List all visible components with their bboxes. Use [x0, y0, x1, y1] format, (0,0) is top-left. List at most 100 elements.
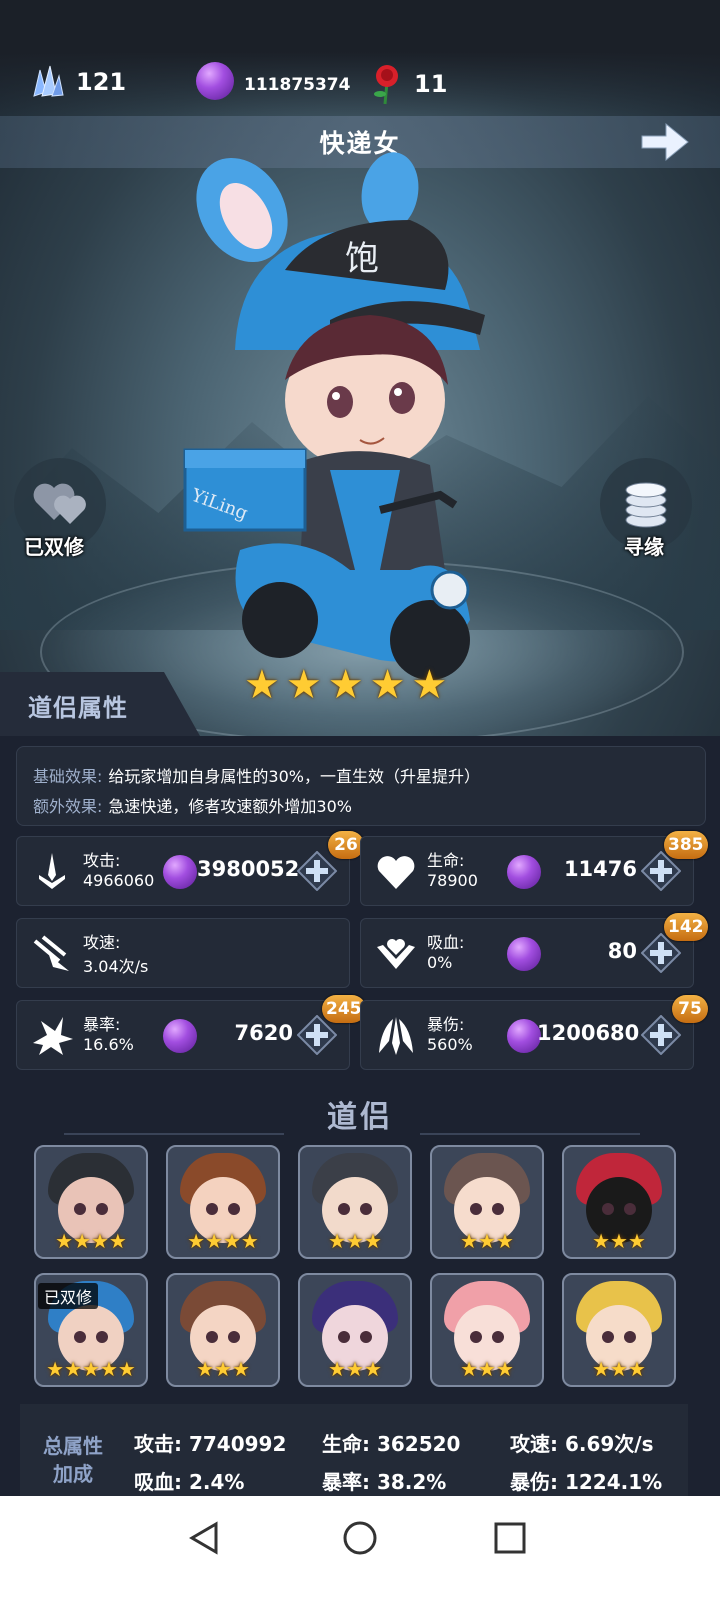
- total-attack: 攻击: 7740992: [134, 1432, 287, 1456]
- level-badge: 245: [322, 995, 366, 1023]
- heart-icon: [377, 856, 415, 889]
- partner-star-rating: ★★★★★: [36, 1357, 146, 1381]
- partner-eye: [338, 1203, 350, 1215]
- stat-attack: 攻击: 4966060 3980052: [16, 836, 350, 906]
- partner-star-rating: ★★★: [432, 1229, 542, 1253]
- star-icon: ★★★: [460, 1357, 514, 1381]
- star-icon: ★★★: [328, 1357, 382, 1381]
- upgrade-cost: 3980052: [197, 857, 300, 881]
- crit-rate-icon: [33, 1017, 73, 1055]
- partner-eye: [360, 1331, 372, 1343]
- extra-effect-row: 额外效果: 急速快递，修者攻速额外增加30%: [33, 793, 352, 817]
- back-icon[interactable]: [178, 1510, 234, 1566]
- orb-icon: [163, 1019, 197, 1053]
- partner-eye: [470, 1331, 482, 1343]
- recents-icon[interactable]: [482, 1510, 538, 1566]
- total-health: 生命: 362520: [322, 1432, 461, 1456]
- partner-card[interactable]: ★★★★★ 已双修: [34, 1273, 148, 1387]
- partner-card[interactable]: ★★★: [430, 1145, 544, 1259]
- crystal-count: 121: [76, 68, 127, 96]
- rose-count: 11: [414, 70, 448, 98]
- stat-crit-rate: 暴率: 16.6% 7620: [16, 1000, 350, 1070]
- level-badge: 385: [664, 831, 708, 859]
- partner-card[interactable]: ★★★: [298, 1145, 412, 1259]
- stat-label: 攻速:: [83, 933, 121, 952]
- partner-card[interactable]: ★★★★: [34, 1145, 148, 1259]
- level-badge: 75: [672, 995, 708, 1023]
- orb-icon: [507, 855, 541, 889]
- partner-star-rating: ★★★: [300, 1229, 410, 1253]
- next-arrow-icon[interactable]: [636, 120, 694, 164]
- star-icon: ★★★: [592, 1357, 646, 1381]
- partner-star-rating: ★★★: [300, 1357, 410, 1381]
- total-title-line1: 总属性: [43, 1434, 103, 1458]
- home-icon[interactable]: [332, 1510, 388, 1566]
- star-icon: ★★★: [460, 1229, 514, 1253]
- star-icon: ★: [327, 662, 364, 708]
- partner-eye: [338, 1331, 350, 1343]
- attributes-title: 道侣属性: [28, 694, 128, 722]
- extra-effect-key: 额外效果:: [33, 797, 103, 816]
- level-badge: 142: [664, 913, 708, 941]
- stat-label: 暴伤:: [427, 1015, 465, 1034]
- orb-currency: 111875374: [196, 62, 350, 100]
- partner-star-rating: ★★★★: [36, 1229, 146, 1253]
- partner-star-rating: ★★★: [168, 1357, 278, 1381]
- stat-value: 560%: [427, 1035, 473, 1054]
- partner-star-rating: ★★★★: [168, 1229, 278, 1253]
- effects-box: 基础效果: 给玩家增加自身属性的30%，一直生效（升星提升） 额外效果: 急速快递，…: [16, 746, 706, 826]
- level-badge: 26: [328, 831, 364, 859]
- partner-eye: [96, 1203, 108, 1215]
- stat-label: 生命:: [427, 851, 465, 870]
- partner-card[interactable]: ★★★: [166, 1273, 280, 1387]
- crystal-currency: 121: [26, 62, 126, 102]
- partner-eye: [228, 1203, 240, 1215]
- character-star-rating: ★ ★ ★ ★ ★: [244, 664, 447, 706]
- stat-value: 3.04次/s: [83, 957, 149, 976]
- star-icon: ★★★★★: [46, 1357, 136, 1381]
- partner-star-rating: ★★★: [564, 1357, 674, 1381]
- seek-fate-label: 寻缘: [624, 535, 664, 559]
- partner-card[interactable]: ★★★★: [166, 1145, 280, 1259]
- partner-star-rating: ★★★: [564, 1229, 674, 1253]
- star-icon: ★: [285, 662, 322, 708]
- partner-card[interactable]: ★★★: [562, 1145, 676, 1259]
- base-effect-row: 基础效果: 给玩家增加自身属性的30%，一直生效（升星提升）: [33, 763, 480, 787]
- partner-eye: [602, 1203, 614, 1215]
- stat-lifesteal: 吸血: 0% 80: [360, 918, 694, 988]
- sword-icon: [39, 853, 65, 889]
- upgrade-plus-button[interactable]: [297, 851, 337, 891]
- rose-currency: 11: [370, 62, 447, 106]
- partner-card[interactable]: ★★★: [298, 1273, 412, 1387]
- partner-card[interactable]: ★★★: [562, 1273, 676, 1387]
- partner-eye: [206, 1203, 218, 1215]
- upgrade-plus-button[interactable]: [641, 1015, 681, 1055]
- orb-icon: [507, 1019, 541, 1053]
- speed-icon: [33, 935, 69, 971]
- partner-eye: [624, 1331, 636, 1343]
- star-icon: ★: [369, 662, 406, 708]
- courier-girl-character: 饱 YiLing: [183, 152, 485, 680]
- orb-icon: [196, 62, 234, 100]
- stat-value: 4966060: [83, 871, 155, 890]
- stat-value: 16.6%: [83, 1035, 134, 1054]
- total-attack-speed: 攻速: 6.69次/s: [510, 1432, 654, 1456]
- partner-eye: [74, 1331, 86, 1343]
- crit-damage-icon: [379, 1017, 413, 1055]
- total-lifesteal: 吸血: 2.4%: [134, 1470, 245, 1494]
- upgrade-cost: 7620: [234, 1021, 293, 1045]
- lifesteal-icon: [377, 939, 415, 969]
- extra-effect-value: 急速快递，修者攻速额外增加30%: [108, 797, 352, 816]
- base-effect-value: 给玩家增加自身属性的30%，一直生效（升星提升）: [108, 767, 480, 786]
- star-icon: ★★★★: [55, 1229, 127, 1253]
- partner-eye: [624, 1203, 636, 1215]
- crystal-icon: [33, 65, 64, 97]
- dual-cultivated-tag: 已双修: [38, 1283, 99, 1309]
- stat-attack-speed: 攻速: 3.04次/s: [16, 918, 350, 988]
- partner-eye: [96, 1331, 108, 1343]
- upgrade-cost: 80: [607, 939, 637, 963]
- partner-eye: [206, 1331, 218, 1343]
- partner-card[interactable]: ★★★: [430, 1273, 544, 1387]
- upgrade-cost: 11476: [563, 857, 637, 881]
- cap-logo: 饱: [345, 239, 379, 279]
